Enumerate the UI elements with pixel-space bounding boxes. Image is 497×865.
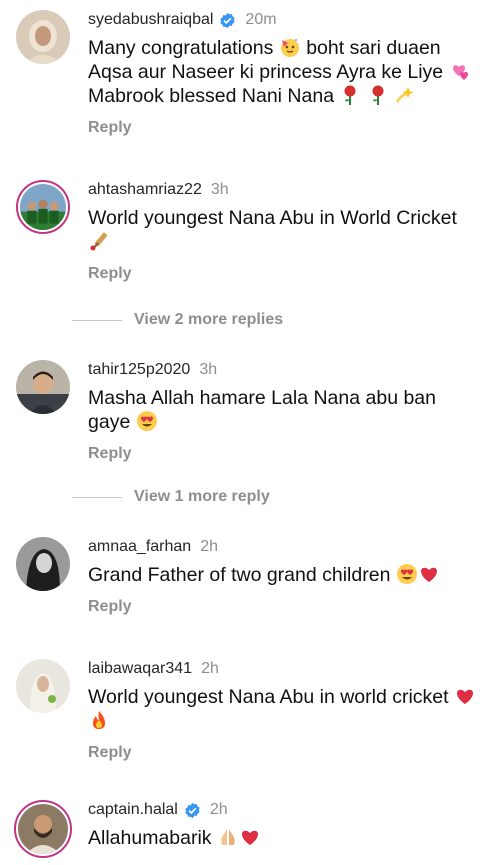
heart-emoji bbox=[449, 60, 471, 82]
avatar[interactable] bbox=[16, 10, 70, 64]
partying-face-emoji bbox=[279, 36, 301, 58]
avatar-image bbox=[16, 537, 70, 591]
dizzy-emoji bbox=[394, 84, 416, 106]
avatar[interactable] bbox=[16, 360, 70, 414]
verified-badge-icon bbox=[219, 12, 236, 29]
view-more-replies-button[interactable]: View 2 more replies bbox=[72, 310, 283, 330]
comment-text: World youngest Nana Abu in World Cricket bbox=[88, 206, 483, 254]
username[interactable]: tahir125p2020 bbox=[88, 360, 190, 380]
rose-emoji bbox=[339, 84, 361, 106]
timestamp: 2h bbox=[209, 801, 228, 818]
cricket-emoji bbox=[88, 230, 110, 252]
comment-text: Many congratulations boht sari duaen Aqs… bbox=[88, 36, 483, 108]
red-heart-emoji bbox=[418, 563, 440, 585]
heart-eyes-emoji bbox=[396, 563, 418, 585]
heart-eyes-emoji bbox=[136, 410, 158, 432]
username[interactable]: captain.halal bbox=[88, 800, 178, 820]
reply-button[interactable]: Reply bbox=[88, 743, 483, 763]
reply-button[interactable]: Reply bbox=[88, 264, 483, 284]
reply-button[interactable]: Reply bbox=[88, 118, 483, 138]
comment-text: Allahumabarik bbox=[88, 826, 483, 850]
comments-feed: syedabushraiqbal 20m Many congratulation… bbox=[0, 0, 497, 865]
timestamp: 2h bbox=[200, 538, 218, 555]
comment-text: Masha Allah hamare Lala Nana abu ban gay… bbox=[88, 387, 436, 433]
view-more-replies-label: View 2 more replies bbox=[134, 311, 284, 328]
username[interactable]: syedabushraiqbal bbox=[88, 10, 213, 30]
view-more-replies-button[interactable]: View 1 more reply bbox=[72, 487, 270, 507]
fire-emoji bbox=[88, 709, 110, 731]
rose-emoji bbox=[367, 84, 389, 106]
avatar-image bbox=[18, 804, 68, 854]
timestamp: 20m bbox=[245, 11, 277, 28]
avatar-image bbox=[20, 184, 66, 230]
username[interactable]: amnaa_farhan bbox=[88, 537, 191, 557]
timestamp: 2h bbox=[201, 660, 219, 677]
folded-hands-emoji bbox=[217, 826, 239, 848]
timestamp: 3h bbox=[210, 181, 229, 198]
red-heart-emoji bbox=[454, 685, 476, 707]
comment-text: Grand Father of two grand children bbox=[88, 563, 483, 587]
reply-button[interactable]: Reply bbox=[88, 597, 483, 617]
avatar-image bbox=[16, 360, 70, 414]
red-heart-emoji bbox=[239, 826, 261, 848]
avatar-image bbox=[16, 659, 70, 713]
reply-button[interactable]: Reply bbox=[88, 444, 483, 464]
timestamp: 3h bbox=[199, 361, 218, 378]
avatar[interactable] bbox=[14, 800, 72, 858]
avatar-image bbox=[16, 10, 70, 64]
comment-text: World youngest Nana Abu in world cricket bbox=[88, 685, 483, 733]
divider bbox=[72, 496, 122, 498]
view-more-replies-label: View 1 more reply bbox=[134, 488, 270, 505]
username[interactable]: ahtashamriaz22 bbox=[88, 180, 202, 200]
avatar[interactable] bbox=[16, 180, 70, 234]
avatar[interactable] bbox=[16, 659, 70, 713]
username[interactable]: laibawaqar341 bbox=[88, 659, 192, 679]
avatar[interactable] bbox=[16, 537, 70, 591]
divider bbox=[72, 319, 122, 321]
verified-badge-icon bbox=[184, 802, 201, 819]
